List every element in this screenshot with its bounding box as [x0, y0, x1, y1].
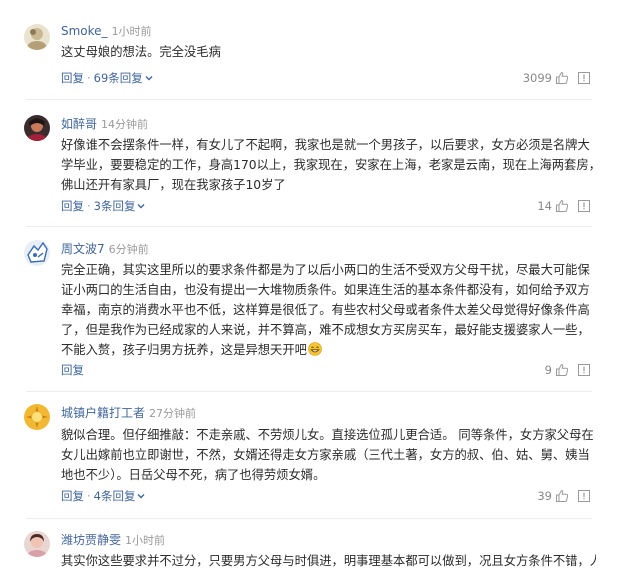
- comment-header: 周文波7 6分钟前: [61, 240, 149, 256]
- divider: [26, 226, 592, 227]
- reply-button[interactable]: 回复: [61, 489, 84, 503]
- chevron-down-icon: [137, 494, 145, 499]
- timestamp: 6分钟前: [108, 243, 149, 256]
- separator-dot: ·: [87, 199, 91, 213]
- like-count: 3099: [522, 71, 552, 85]
- divider: [26, 391, 592, 392]
- grin-emoji-icon: [308, 342, 322, 356]
- avatar[interactable]: [24, 115, 50, 141]
- timestamp: 14分钟前: [101, 118, 149, 131]
- replies-count: 69条回复: [93, 71, 143, 85]
- like-count: 14: [537, 199, 552, 213]
- avatar[interactable]: [24, 24, 50, 50]
- comment-header: 城镇户籍打工者 27分钟前: [61, 404, 196, 420]
- comment-header: Smoke_ 1小时前: [61, 22, 152, 38]
- replies-count: 3条回复: [93, 199, 136, 213]
- thumbs-up-icon[interactable]: [555, 489, 569, 503]
- comment-meta-right: 39: [537, 488, 590, 504]
- comment-text: 其实你这些要求并不过分，只要男方父母与时俱进，明事理基本都可以做到，况且女方条件…: [61, 554, 596, 568]
- reply-button[interactable]: 回复: [61, 71, 84, 85]
- like-count: 9: [544, 363, 552, 377]
- like-count: 39: [537, 489, 552, 503]
- divider: [26, 99, 592, 100]
- comment-text: 貌似合理。但仔细推敲：不走亲戚、不劳烦儿女。直接选位孤儿更合适。 同等条件，女方…: [61, 428, 594, 482]
- username[interactable]: 城镇户籍打工者: [61, 406, 145, 420]
- comment-text: 这丈母娘的想法。完全没毛病: [61, 45, 221, 59]
- comment-header: 潍坊贾静雯 1小时前: [61, 531, 165, 547]
- comment-header: 如醉哥 14分钟前: [61, 115, 148, 131]
- report-icon[interactable]: [578, 200, 590, 212]
- thumbs-up-icon[interactable]: [555, 71, 569, 85]
- comment-meta-right: 9: [545, 362, 590, 378]
- comment-actions: 回复 · 4条回复: [61, 488, 146, 504]
- avatar[interactable]: [24, 404, 50, 430]
- view-replies-button[interactable]: 3条回复: [94, 199, 147, 213]
- comment-actions: 回复 · 3条回复: [61, 198, 146, 214]
- divider: [26, 518, 592, 519]
- report-icon[interactable]: [578, 72, 590, 84]
- comment-feed: Smoke_ 1小时前 这丈母娘的想法。完全没毛病 回复 · 69条回复 3099 如…: [0, 0, 618, 580]
- reply-button[interactable]: 回复: [61, 199, 84, 213]
- report-icon[interactable]: [578, 364, 590, 376]
- chevron-down-icon: [145, 76, 153, 81]
- timestamp: 1小时前: [125, 534, 166, 547]
- timestamp: 1小时前: [111, 25, 152, 38]
- view-replies-button[interactable]: 4条回复: [94, 489, 147, 503]
- thumbs-up-icon[interactable]: [555, 199, 569, 213]
- comment-text: 完全正确，其实这里所以的要求条件都是为了以后小两口的生活不受双方父母干扰，尽最大…: [61, 260, 601, 360]
- chevron-down-icon: [137, 204, 145, 209]
- view-replies-button[interactable]: 69条回复: [94, 71, 154, 85]
- comment-meta-right: 3099: [523, 70, 590, 86]
- report-icon[interactable]: [578, 490, 590, 502]
- timestamp: 27分钟前: [149, 407, 197, 420]
- username[interactable]: 如醉哥: [61, 117, 97, 131]
- comment-actions: 回复: [61, 362, 84, 378]
- username[interactable]: Smoke_: [61, 24, 108, 38]
- username[interactable]: 潍坊贾静雯: [61, 533, 121, 547]
- comment-text: 好像谁不会摆条件一样，有女儿了不起啊，我家也是就一个男孩子，以后要求，女方必须是…: [61, 138, 601, 192]
- replies-count: 4条回复: [93, 489, 136, 503]
- separator-dot: ·: [87, 71, 91, 85]
- avatar[interactable]: [24, 531, 50, 557]
- thumbs-up-icon[interactable]: [555, 363, 569, 377]
- comment-meta-right: 14: [537, 198, 590, 214]
- avatar[interactable]: [24, 240, 50, 266]
- separator-dot: ·: [87, 489, 91, 503]
- reply-button[interactable]: 回复: [61, 363, 84, 377]
- username[interactable]: 周文波7: [61, 242, 105, 256]
- comment-text-content: 完全正确，其实这里所以的要求条件都是为了以后小两口的生活不受双方父母干扰，尽最大…: [61, 263, 590, 357]
- comment-actions: 回复 · 69条回复: [61, 70, 154, 86]
